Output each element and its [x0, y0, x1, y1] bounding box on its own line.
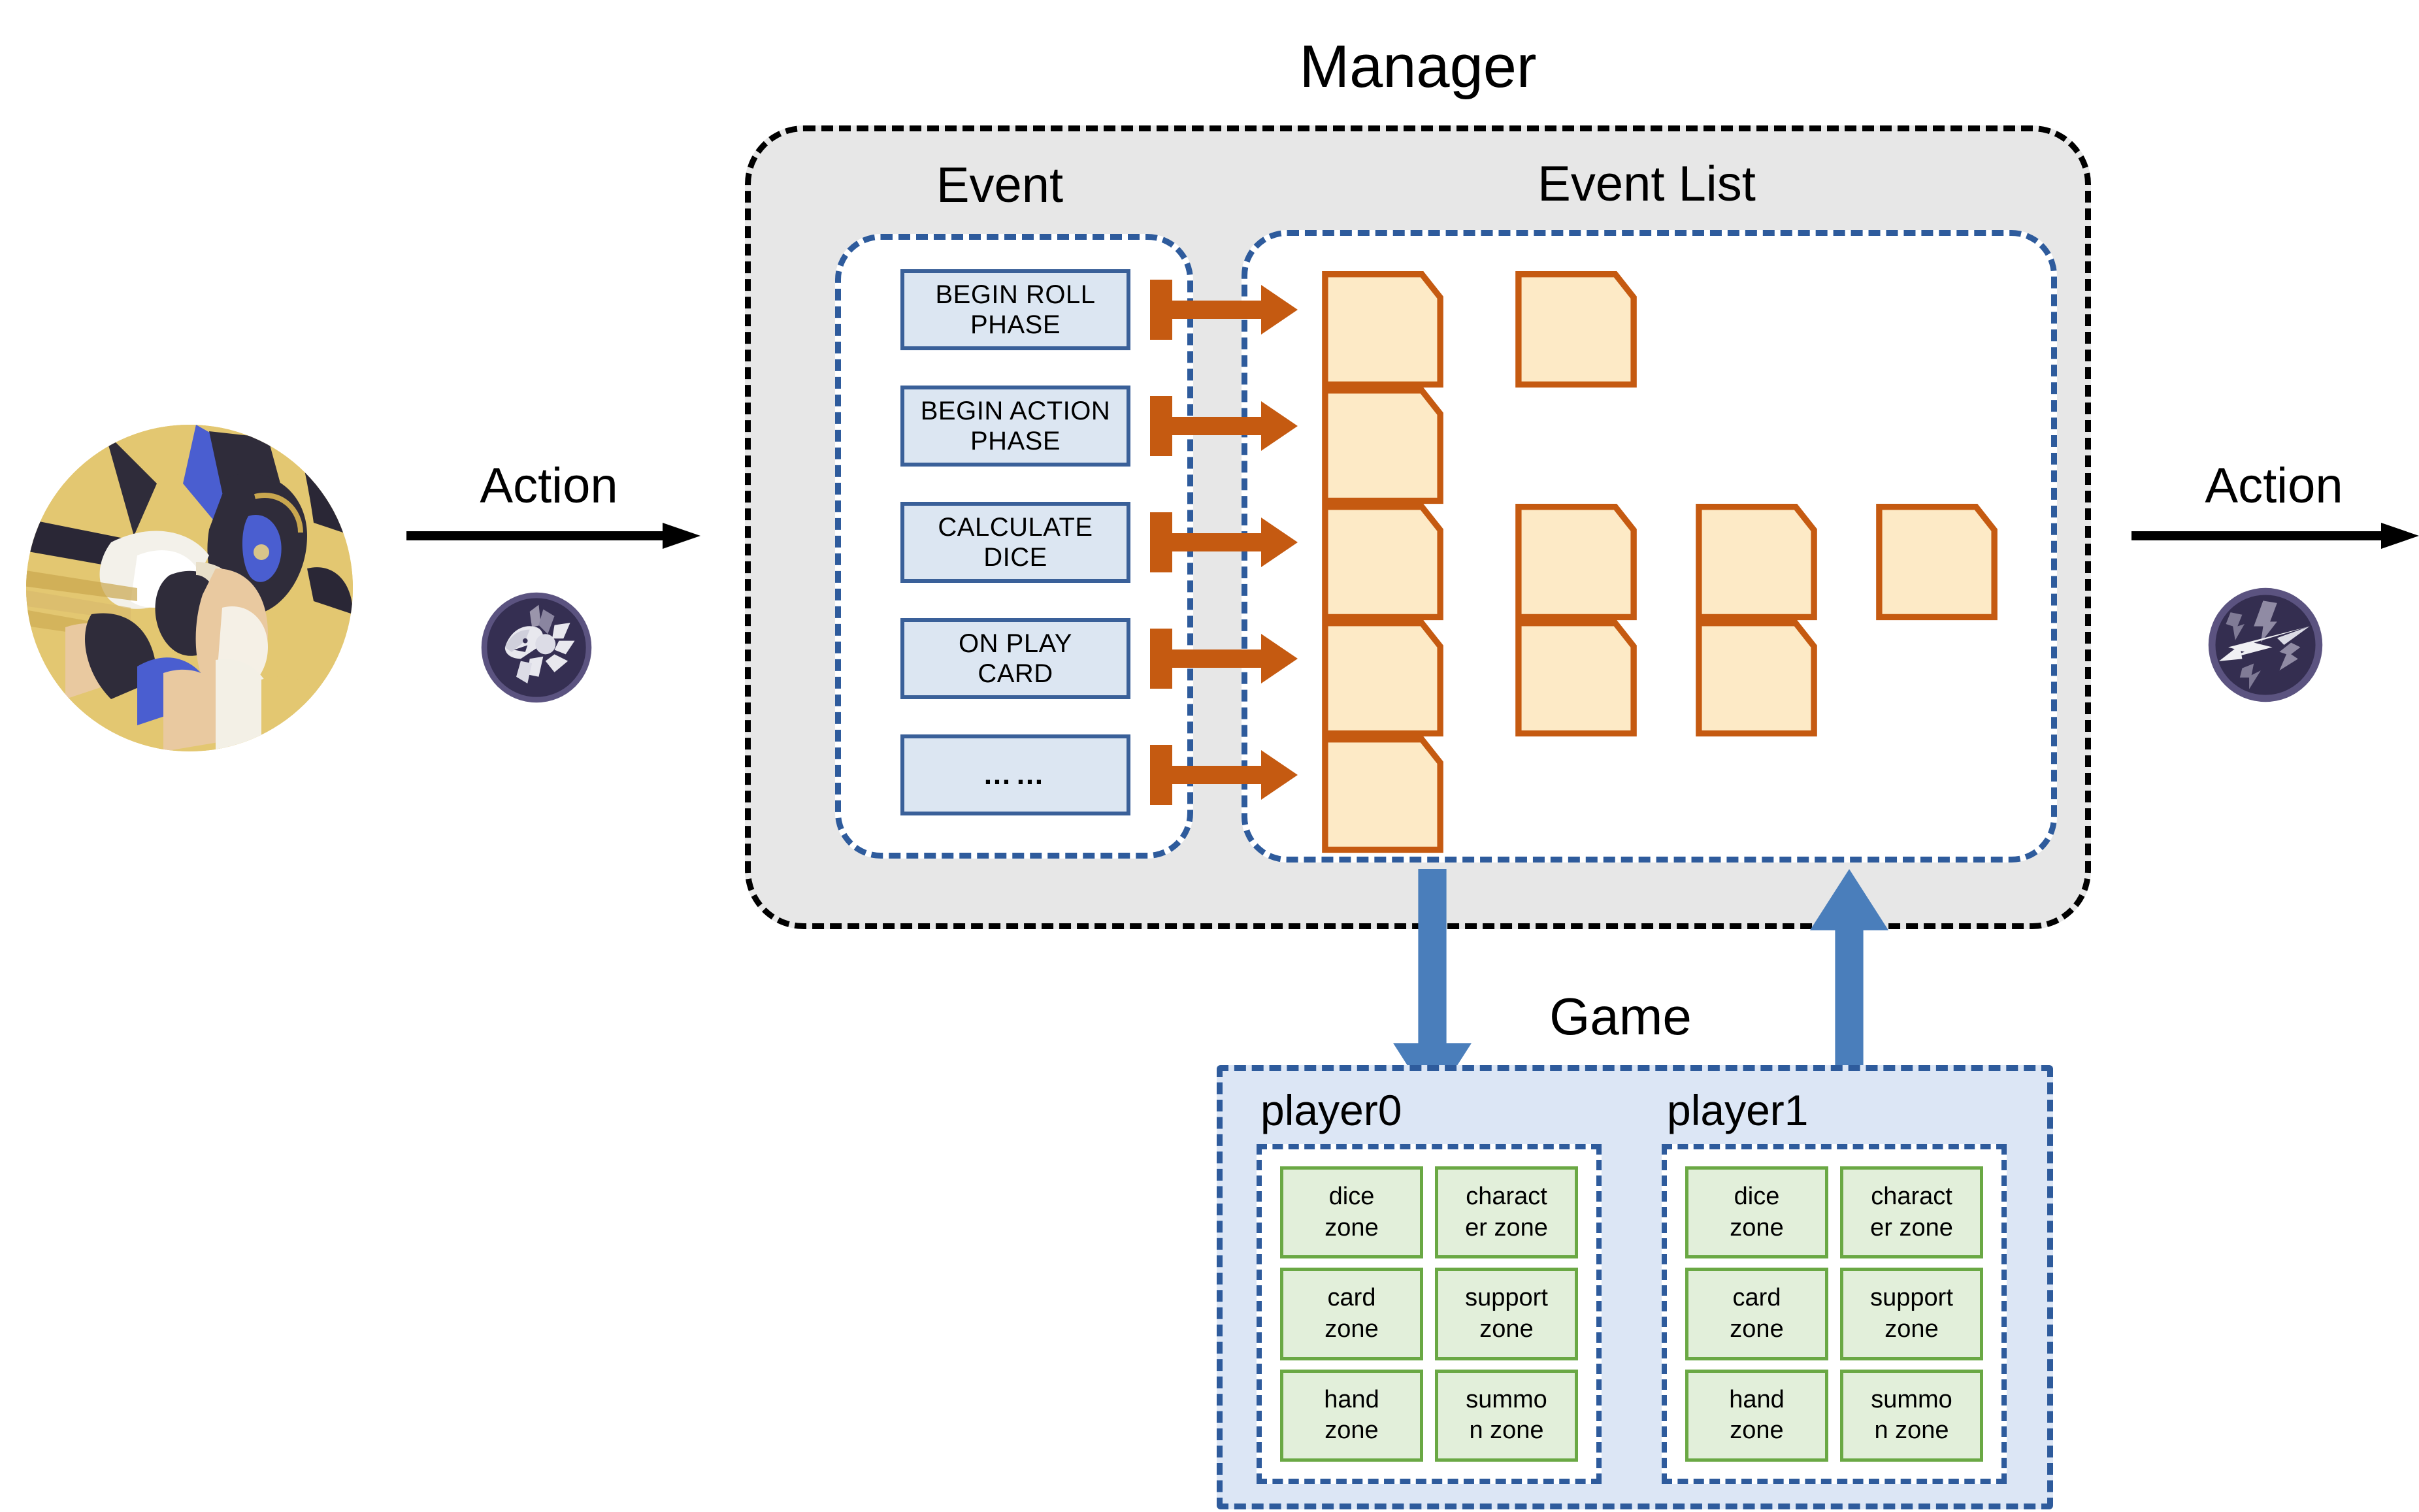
zone-label-line: dice — [1328, 1183, 1375, 1211]
event-connector-arrow-3 — [1150, 510, 1298, 575]
zone-hand-player0[interactable]: hand zone — [1280, 1369, 1423, 1462]
electro-bolt-icon — [2207, 587, 2324, 703]
event-connector-arrow-5 — [1150, 742, 1298, 808]
zone-label-line: summo — [1871, 1385, 1952, 1413]
zone-label-line: n zone — [1874, 1417, 1949, 1445]
event-label-line: PHASE — [970, 310, 1061, 339]
zone-support-player1[interactable]: support zone — [1840, 1268, 1983, 1360]
event-box-on-play-card[interactable]: ON PLAY CARD — [900, 618, 1130, 699]
manager-title: Manager — [1299, 33, 1537, 100]
zone-label-line: support — [1465, 1284, 1548, 1312]
zone-dice-player0[interactable]: dice zone — [1280, 1166, 1423, 1259]
event-label-line: BEGIN ACTION — [920, 397, 1111, 425]
event-box-calculate-dice[interactable]: CALCULATE DICE — [900, 502, 1130, 583]
event-label-line: BEGIN ROLL — [935, 280, 1096, 309]
zone-summon-player0[interactable]: summo n zone — [1435, 1369, 1578, 1462]
zone-summon-player1[interactable]: summo n zone — [1840, 1369, 1983, 1462]
event-list-card[interactable] — [1515, 503, 1637, 621]
event-list-card[interactable] — [1321, 619, 1444, 737]
zone-card-player0[interactable]: card zone — [1280, 1268, 1423, 1360]
event-label-line: DICE — [983, 543, 1047, 572]
zone-label-line: zone — [1325, 1315, 1379, 1343]
zone-label-line: support — [1870, 1284, 1953, 1312]
player0-title: player0 — [1260, 1086, 1402, 1134]
zone-label-line: er zone — [1870, 1213, 1953, 1241]
event-list-card[interactable] — [1321, 736, 1444, 853]
event-label-line: ON PLAY — [959, 629, 1072, 658]
zone-character-player0[interactable]: charact er zone — [1435, 1166, 1578, 1259]
event-list-card[interactable] — [1321, 503, 1444, 621]
zone-label-line: zone — [1730, 1315, 1784, 1343]
zone-label-line: n zone — [1469, 1417, 1544, 1445]
game-title: Game — [1549, 987, 1692, 1045]
zone-label-line: dice — [1734, 1183, 1780, 1211]
event-list-card[interactable] — [1515, 271, 1637, 388]
zone-label-line: zone — [1730, 1417, 1784, 1445]
zone-label-line: hand — [1324, 1385, 1379, 1413]
zone-label-line: summo — [1466, 1385, 1547, 1413]
zone-label-line: zone — [1325, 1213, 1379, 1241]
player0-zones: dice zone charact er zone card zone support… — [1257, 1144, 1602, 1484]
event-list-card[interactable] — [1695, 503, 1818, 621]
event-list-card[interactable] — [1321, 271, 1444, 388]
event-section-title: Event — [936, 157, 1064, 213]
player1-title: player1 — [1667, 1086, 1809, 1134]
zone-label-line: hand — [1729, 1385, 1785, 1413]
zone-label-line: charact — [1871, 1183, 1952, 1211]
jackal-head-icon — [480, 591, 593, 704]
event-box-more[interactable]: …… — [900, 734, 1130, 815]
zone-label-line: zone — [1325, 1417, 1379, 1445]
zone-character-player1[interactable]: charact er zone — [1840, 1166, 1983, 1259]
event-list-card[interactable] — [1321, 387, 1444, 504]
event-box-begin-roll-phase[interactable]: BEGIN ROLL PHASE — [900, 269, 1130, 350]
game-container: player0 dice zone charact er zone card zone… — [1217, 1065, 2053, 1509]
zone-hand-player1[interactable]: hand zone — [1685, 1369, 1828, 1462]
event-box-begin-action-phase[interactable]: BEGIN ACTION PHASE — [900, 386, 1130, 467]
diagram-canvas: Action Manager Event Event List BEGIN RO… — [0, 0, 2419, 1512]
zone-label-line: zone — [1730, 1213, 1784, 1241]
event-connector-arrow-2 — [1150, 393, 1298, 459]
character-avatar — [26, 425, 353, 751]
zone-support-player0[interactable]: support zone — [1435, 1268, 1578, 1360]
zone-label-line: card — [1327, 1284, 1376, 1312]
event-list-section-title: Event List — [1538, 156, 1756, 212]
right-action-arrow — [2131, 523, 2419, 549]
event-label-line: PHASE — [970, 427, 1061, 455]
event-list-card[interactable] — [1875, 503, 1998, 621]
left-action-arrow — [406, 523, 700, 549]
zone-label-line: zone — [1479, 1315, 1534, 1343]
zone-label-line: zone — [1884, 1315, 1939, 1343]
event-list-card[interactable] — [1515, 619, 1637, 737]
event-connector-arrow-1 — [1150, 277, 1298, 342]
zone-label-line: charact — [1466, 1183, 1547, 1211]
left-action-label: Action — [480, 458, 618, 514]
zone-label-line: card — [1732, 1284, 1781, 1312]
event-list-card[interactable] — [1695, 619, 1818, 737]
event-label-line: CARD — [978, 659, 1053, 688]
zone-label-line: er zone — [1465, 1213, 1548, 1241]
zone-card-player1[interactable]: card zone — [1685, 1268, 1828, 1360]
event-label-line: CALCULATE — [938, 513, 1093, 542]
event-label-line: …… — [983, 758, 1048, 791]
right-action-label: Action — [2205, 458, 2343, 514]
zone-dice-player1[interactable]: dice zone — [1685, 1166, 1828, 1259]
event-connector-arrow-4 — [1150, 626, 1298, 691]
player1-zones: dice zone charact er zone card zone support… — [1662, 1144, 2007, 1484]
